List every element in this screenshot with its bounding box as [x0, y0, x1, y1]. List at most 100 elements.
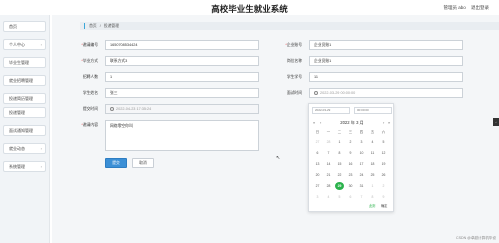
picker-confirm-button[interactable]: 确定: [381, 203, 387, 208]
calendar-day[interactable]: 9: [346, 149, 355, 157]
calendar-day[interactable]: 17: [357, 160, 366, 168]
calendar-day[interactable]: 24: [357, 171, 366, 179]
student-number-field[interactable]: 11: [309, 72, 463, 82]
calendar-day[interactable]: 7: [324, 149, 333, 157]
breadcrumb-accent: [84, 23, 85, 29]
app-title: 高校毕业生就业系统: [211, 4, 288, 14]
weekday-header: 三: [348, 130, 353, 134]
calendar-day[interactable]: 28: [324, 138, 333, 146]
calendar-day[interactable]: 30: [346, 182, 355, 190]
sidebar-item-graduates[interactable]: 毕业生管理: [3, 57, 46, 68]
student-contact-field[interactable]: 联系方式3: [105, 56, 259, 66]
date-picker: 2022-03-29 00:00:00 « ‹ 2022 年 3 月 › » 日…: [308, 103, 394, 212]
calendar-day[interactable]: 8: [335, 149, 344, 157]
mouse-cursor-icon: ↖: [276, 155, 281, 161]
sidebar-item-recruitment[interactable]: 就业招聘管理: [3, 75, 46, 86]
breadcrumb-home[interactable]: 首页: [89, 24, 97, 28]
calendar-day[interactable]: 27: [313, 138, 322, 146]
calendar-day[interactable]: 7: [357, 193, 366, 201]
calendar-day[interactable]: 21: [324, 171, 333, 179]
sidebar-item-label: 投递管理: [9, 110, 25, 115]
sidebar-item-system[interactable]: 系统管理 ›: [3, 161, 46, 172]
calendar-day[interactable]: 9: [379, 193, 388, 201]
calendar-day[interactable]: 5: [379, 138, 388, 146]
chevron-icon: ›: [40, 146, 42, 151]
interview-time-label: 面试时间: [286, 91, 302, 95]
breadcrumb-current: 投递管理: [103, 24, 120, 28]
calendar-day[interactable]: 1: [368, 182, 377, 190]
sidebar-item-label: 首页: [9, 24, 17, 29]
submit-time-label: 提交时间: [82, 107, 98, 111]
student-account-label: 招聘人数: [82, 75, 98, 79]
job-id-label: *邀请编号: [81, 43, 98, 47]
calendar-day[interactable]: 19: [379, 160, 388, 168]
calendar-day[interactable]: 10: [357, 149, 366, 157]
sidebar-item-news[interactable]: 就业动态 ›: [3, 143, 46, 154]
calendar-day[interactable]: 6: [313, 149, 322, 157]
company-account-label: *企业账号: [285, 43, 302, 47]
calendar-day[interactable]: 12: [379, 149, 388, 157]
calendar-day[interactable]: 20: [313, 171, 322, 179]
company-account-field[interactable]: 企业员账1: [309, 40, 463, 50]
prev-month-button[interactable]: ‹: [320, 120, 321, 125]
calendar-day[interactable]: 29: [335, 182, 344, 190]
job-id-field[interactable]: 1650708534424: [105, 40, 259, 50]
calendar-day[interactable]: 8: [368, 193, 377, 201]
calendar-day[interactable]: 31: [357, 182, 366, 190]
sidebar-item-interview[interactable]: 面试通知管理: [3, 125, 46, 136]
calendar-day[interactable]: 15: [335, 160, 344, 168]
calendar-day[interactable]: 6: [346, 193, 355, 201]
watermark: CSDN @卓越计算机毕设: [456, 236, 496, 240]
weekday-header: 日: [315, 130, 320, 134]
picker-time-input[interactable]: 00:00:00: [354, 107, 392, 114]
sidebar-item-label: 毕业生管理: [9, 60, 29, 65]
sidebar-item-delivery[interactable]: 投递管理: [3, 107, 46, 118]
sidebar-item-resume[interactable]: 投递简历管理: [3, 93, 46, 104]
calendar-day[interactable]: 4: [368, 138, 377, 146]
sidebar-item-label: 投递简历管理: [9, 96, 33, 101]
sidebar-item-profile[interactable]: 个人中心 ›: [3, 39, 46, 50]
clock-icon: [314, 90, 318, 95]
picker-date-input[interactable]: 2022-03-29: [312, 107, 350, 114]
calendar-day[interactable]: 22: [335, 171, 344, 179]
calendar-day[interactable]: 18: [368, 160, 377, 168]
calendar-day[interactable]: 3: [313, 193, 322, 201]
calendar-day[interactable]: 28: [324, 182, 333, 190]
sidebar-item-label: 个人中心: [9, 42, 25, 47]
calendar-day[interactable]: 11: [368, 149, 377, 157]
calendar-day[interactable]: 27: [313, 182, 322, 190]
calendar-day[interactable]: 2: [379, 182, 388, 190]
calendar-day[interactable]: 2: [346, 138, 355, 146]
user-links: 管理员 abo 退出登录: [439, 5, 489, 11]
calendar-day[interactable]: 13: [313, 160, 322, 168]
student-name-label: 学生姓名: [82, 91, 98, 95]
sidebar-item-label: 就业动态: [9, 146, 25, 151]
next-month-button[interactable]: ›: [383, 120, 384, 125]
user-label[interactable]: 管理员 abo: [443, 5, 465, 10]
calendar-day[interactable]: 23: [346, 171, 355, 179]
prev-year-button[interactable]: «: [313, 120, 315, 125]
calendar-day[interactable]: 26: [379, 171, 388, 179]
calendar-day[interactable]: 14: [324, 160, 333, 168]
interview-time-field[interactable]: 2022-03-29 00:00:00: [309, 88, 463, 98]
calendar-day[interactable]: 3: [357, 138, 366, 146]
student-number-label: 学生学号: [286, 75, 302, 79]
sidebar-item-home[interactable]: 首页: [3, 21, 46, 32]
calendar-day[interactable]: 25: [368, 171, 377, 179]
student-account-field[interactable]: 1: [105, 72, 259, 82]
picker-now-button[interactable]: 此刻: [369, 203, 375, 208]
calendar-day[interactable]: 16: [346, 160, 355, 168]
calendar-day[interactable]: 1: [335, 138, 344, 146]
submit-button[interactable]: 提交: [105, 158, 127, 168]
content-textarea[interactable]: 网络零空你叫: [105, 120, 259, 151]
calendar-day[interactable]: 4: [324, 193, 333, 201]
weekday-header: 四: [359, 130, 364, 134]
position-label: 岗位名称: [286, 59, 302, 63]
student-name-field[interactable]: 张三: [105, 88, 259, 98]
calendar-day[interactable]: 5: [335, 193, 344, 201]
position-field[interactable]: 企业员账1: [309, 56, 463, 66]
next-year-button[interactable]: »: [388, 120, 390, 125]
logout-link[interactable]: 退出登录: [471, 5, 489, 10]
cancel-button[interactable]: 取消: [132, 158, 154, 168]
side-scroll-handle[interactable]: ‹: [493, 118, 499, 126]
